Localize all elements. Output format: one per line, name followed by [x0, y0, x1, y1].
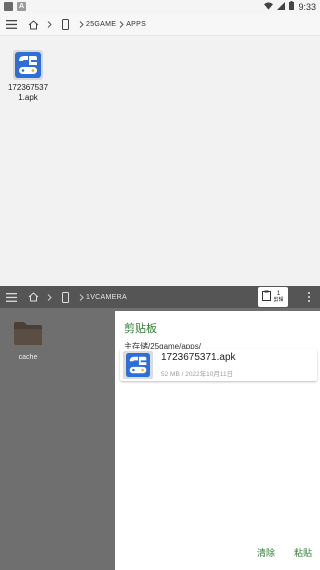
home-icon[interactable] — [22, 286, 44, 308]
chevron-right-icon — [76, 286, 86, 308]
signal-icon — [277, 1, 286, 12]
top-toolbar: 25GAME APPS — [0, 14, 320, 36]
phone-storage-icon[interactable] — [54, 14, 76, 36]
chevron-right-icon — [76, 14, 86, 36]
clock: 9:33 — [298, 1, 316, 12]
clipboard-panel: 剪贴板 主存储/25game/apps/ 1723675371.apk 52 M… — [115, 311, 320, 570]
menu-icon[interactable] — [0, 14, 22, 36]
clipboard-item-meta: 52 MB / 2022年10月11日 — [161, 371, 234, 378]
clear-button[interactable]: 清除 — [257, 546, 275, 559]
clipboard-item-name: 1723675371.apk — [161, 352, 236, 363]
clipboard-icon — [262, 288, 272, 306]
phone-storage-icon[interactable] — [54, 286, 76, 308]
apk-game-icon — [123, 351, 153, 379]
more-options-icon[interactable] — [304, 289, 314, 305]
clipboard-label: 剪辑 — [273, 297, 284, 303]
chevron-right-icon — [116, 14, 126, 36]
menu-icon[interactable] — [0, 286, 22, 308]
status-bar: A 9:33 — [0, 0, 320, 14]
clipboard-button[interactable]: 1 剪辑 — [258, 287, 288, 307]
battery-icon — [289, 1, 295, 12]
notification-icon — [4, 2, 13, 11]
home-icon[interactable] — [22, 14, 44, 36]
top-file-pane: 25GAME APPS 1723675371.apk — [0, 14, 320, 286]
paste-button[interactable]: 粘贴 — [294, 546, 312, 559]
file-name: 1723675371.apk — [7, 83, 49, 102]
file-item-apk[interactable]: 1723675371.apk — [6, 50, 50, 103]
breadcrumb-apps[interactable]: APPS — [126, 21, 146, 28]
clipboard-actions: 清除 粘贴 — [115, 546, 320, 560]
clipboard-item[interactable]: 1723675371.apk 52 MB / 2022年10月11日 — [120, 349, 317, 381]
chevron-right-icon — [44, 14, 54, 36]
wifi-icon — [264, 1, 274, 12]
clipboard-title: 剪贴板 — [124, 323, 157, 335]
apk-game-icon — [13, 50, 43, 80]
notification-a-icon: A — [17, 2, 26, 11]
folder-name: cache — [18, 354, 38, 361]
breadcrumb-1vcamera[interactable]: 1VCAMERA — [86, 294, 127, 301]
chevron-right-icon — [44, 286, 54, 308]
folder-icon — [13, 322, 43, 350]
folder-item-cache[interactable]: cache — [10, 320, 46, 361]
bottom-toolbar: 1VCAMERA 1 剪辑 — [0, 286, 320, 308]
breadcrumb-25game[interactable]: 25GAME — [86, 21, 116, 28]
